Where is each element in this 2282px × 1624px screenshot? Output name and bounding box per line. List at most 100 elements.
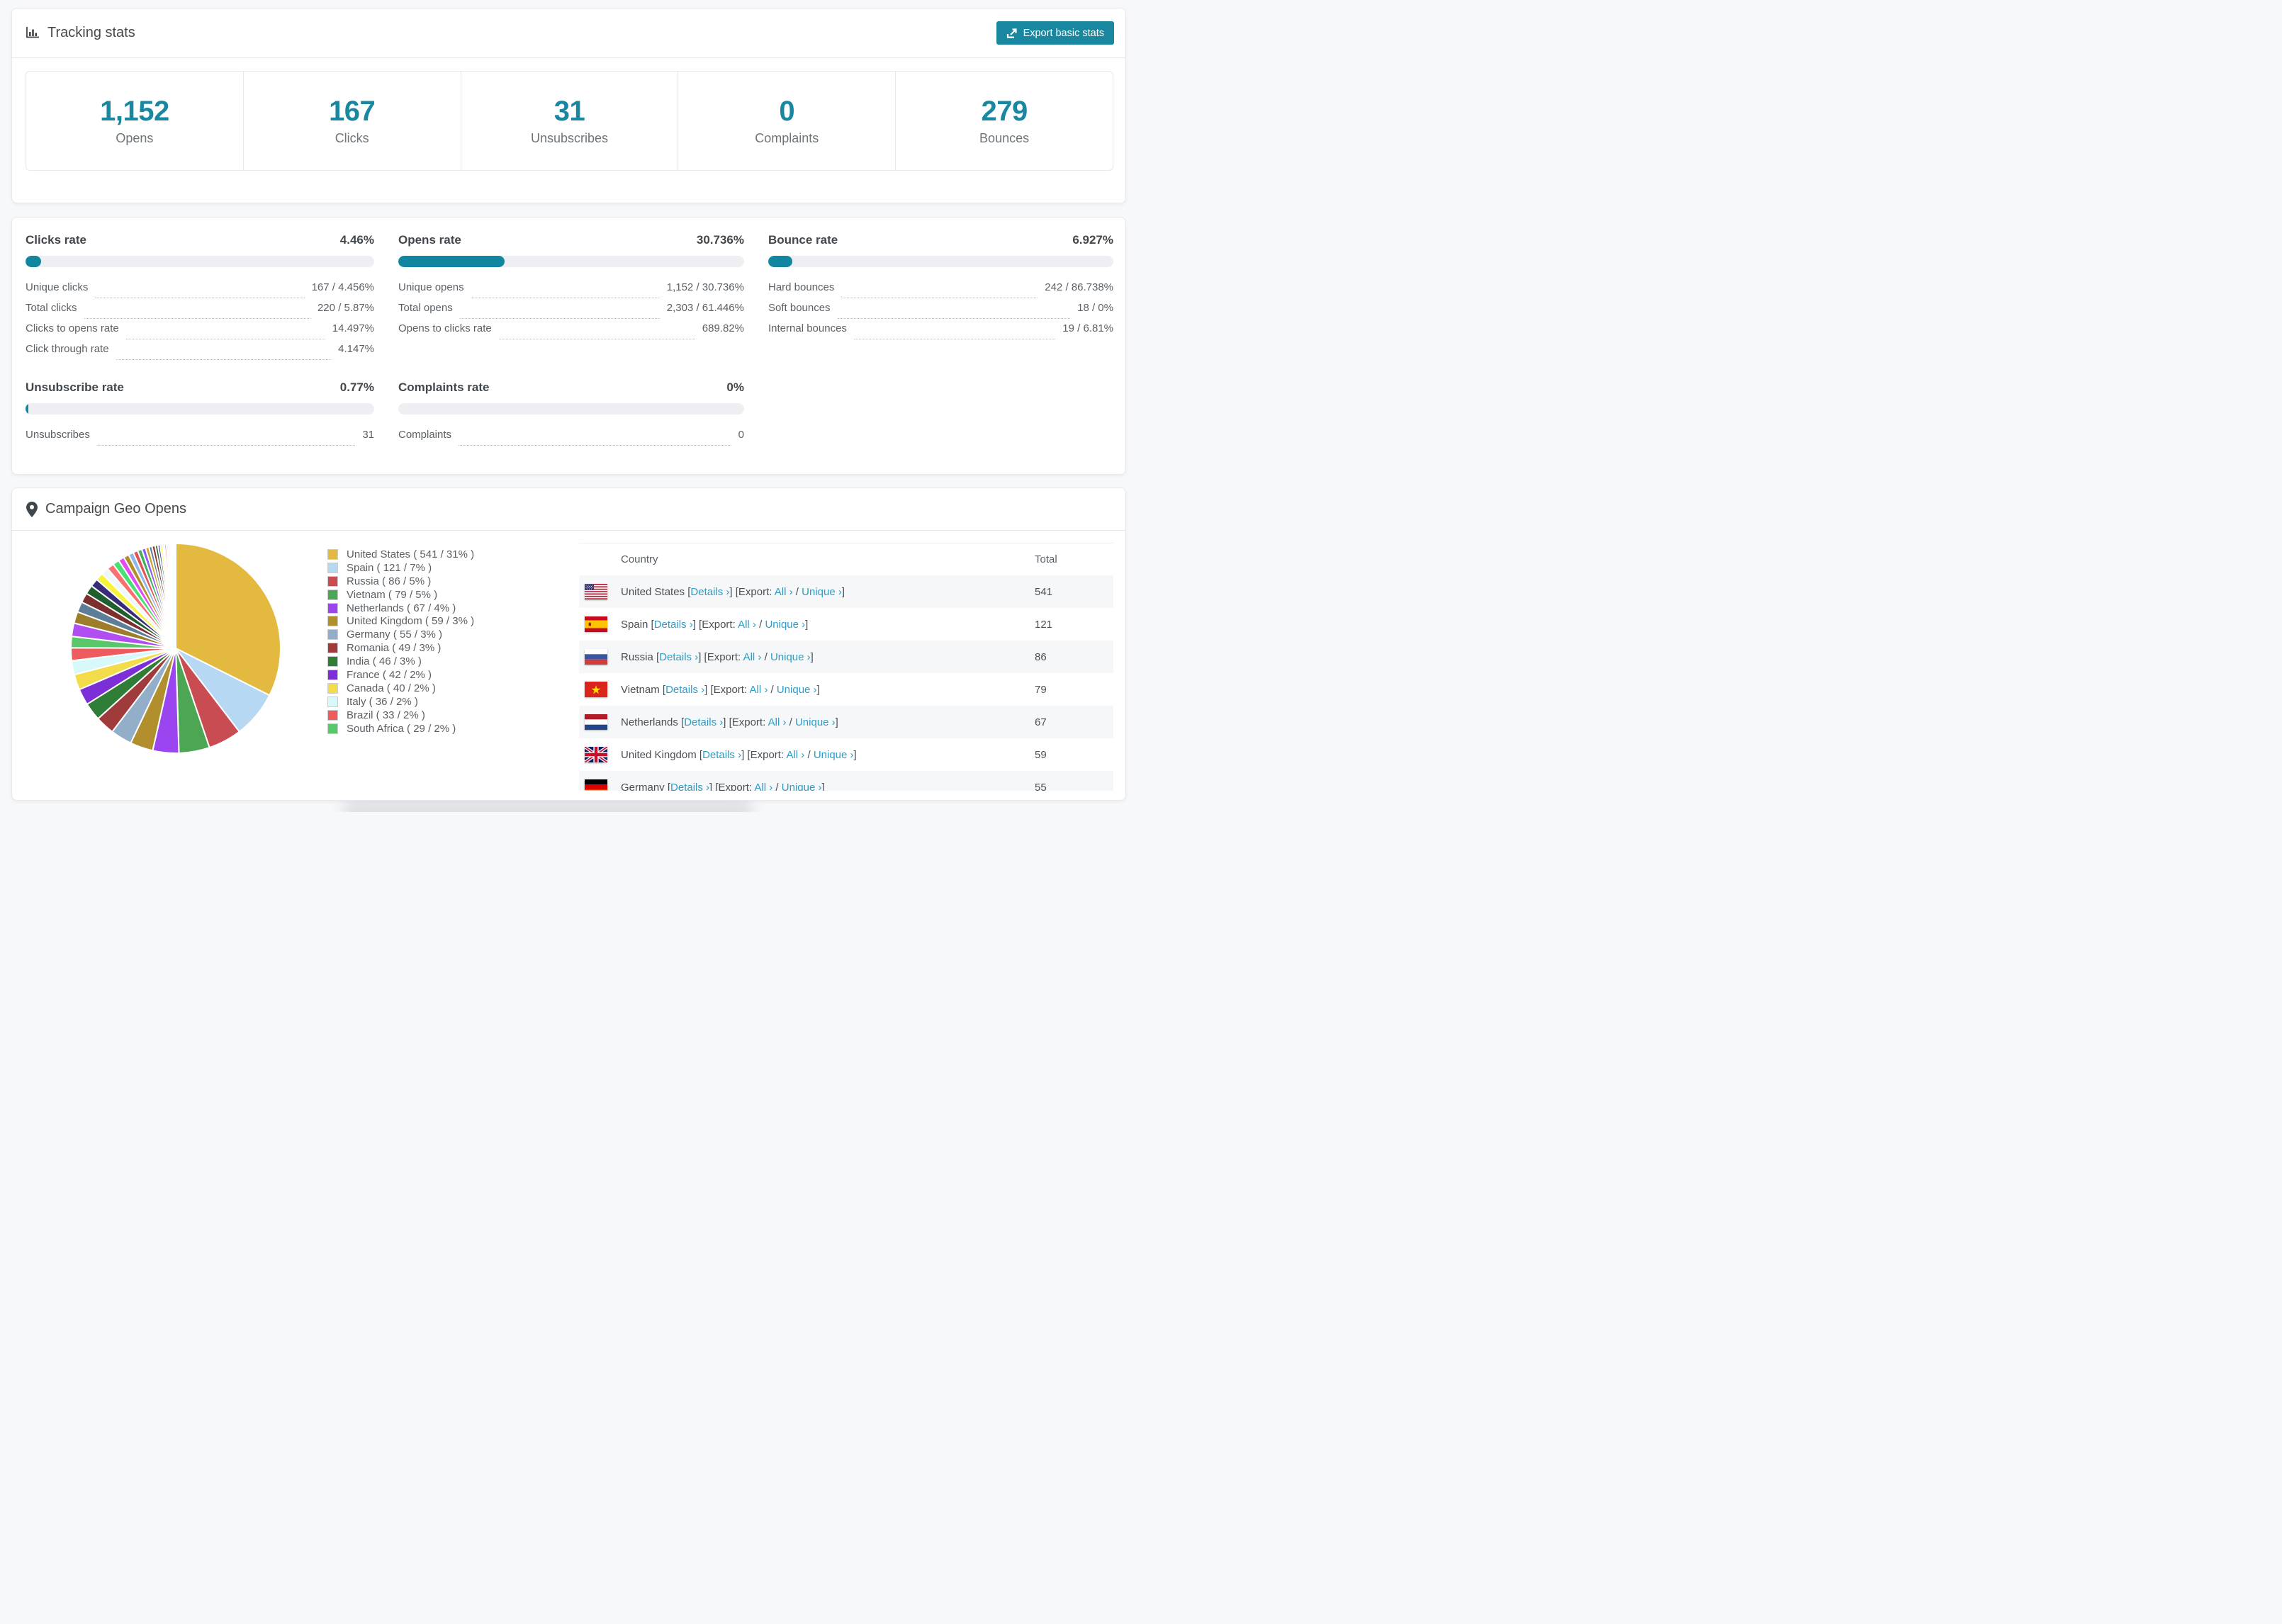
rates-grid: Clicks rate 4.46% Unique clicks 167 / 4.4… xyxy=(26,233,1113,449)
total-column-header: Total xyxy=(1035,553,1057,565)
country-cell: United States [Details ›] [Export: All ›… xyxy=(621,585,845,598)
flag-icon-gb xyxy=(585,747,607,762)
bounces-label: Bounces xyxy=(979,131,1030,145)
export-icon xyxy=(1006,28,1018,39)
details-link[interactable]: Details › xyxy=(670,782,709,791)
legend-item: Italy ( 36 / 2% ) xyxy=(327,695,474,709)
export-unique-link[interactable]: Unique › xyxy=(770,651,811,663)
export-unique-link[interactable]: Unique › xyxy=(777,684,817,696)
legend-label: United Kingdom ( 59 / 3% ) xyxy=(347,615,475,628)
export-all-link[interactable]: All › xyxy=(743,651,762,663)
flag-icon-de xyxy=(585,779,607,791)
export-basic-stats-button[interactable]: Export basic stats xyxy=(996,21,1114,45)
export-all-link[interactable]: All › xyxy=(754,782,772,791)
legend-label: Vietnam ( 79 / 5% ) xyxy=(347,588,438,601)
opens-rate-value: 30.736% xyxy=(696,233,744,247)
legend-item: United Kingdom ( 59 / 3% ) xyxy=(327,614,474,628)
legend-item: Vietnam ( 79 / 5% ) xyxy=(327,588,474,602)
clicks-rate-title: Clicks rate xyxy=(26,233,86,247)
stat-row-value: 689.82% xyxy=(702,322,744,334)
dashboard-page: Tracking stats Export basic stats 1,152 … xyxy=(0,0,1141,812)
stat-row-label: Unique opens xyxy=(398,281,464,293)
legend-swatch xyxy=(327,548,338,560)
country-cell: Netherlands [Details ›] [Export: All › /… xyxy=(621,716,838,728)
clicks-count: 167 xyxy=(329,96,376,127)
stat-row: Internal bounces 19 / 6.81% xyxy=(768,322,1113,343)
tracking-stats-title: Tracking stats xyxy=(47,25,135,40)
export-all-link[interactable]: All › xyxy=(786,749,804,761)
export-unique-link[interactable]: Unique › xyxy=(795,716,836,728)
total-cell: 541 xyxy=(1035,585,1053,598)
total-cell: 59 xyxy=(1035,748,1047,761)
legend-label: Russia ( 86 / 5% ) xyxy=(347,575,432,587)
stat-box-clicks: 167 Clicks xyxy=(244,72,461,170)
opens-rate-title: Opens rate xyxy=(398,233,461,247)
geo-opens-pie-chart xyxy=(69,541,283,755)
details-link[interactable]: Details › xyxy=(690,586,729,598)
stat-row-value: 14.497% xyxy=(332,322,374,334)
export-all-link[interactable]: All › xyxy=(749,684,768,696)
geo-opens-title: Campaign Geo Opens xyxy=(45,501,187,517)
legend-swatch xyxy=(327,643,338,654)
export-all-link[interactable]: All › xyxy=(775,586,793,598)
table-row-de: Germany [Details ›] [Export: All › / Uni… xyxy=(579,771,1113,791)
details-link[interactable]: Details › xyxy=(684,716,723,728)
dotted-leader xyxy=(837,318,1071,319)
complaints-rate-value: 0% xyxy=(726,380,744,394)
unsubscribe-rate-value: 0.77% xyxy=(339,380,374,394)
export-all-link[interactable]: All › xyxy=(738,619,756,631)
flag-icon-ru xyxy=(585,649,607,665)
legend-item: France ( 42 / 2% ) xyxy=(327,668,474,682)
tracking-stats-card: Tracking stats Export basic stats 1,152 … xyxy=(11,8,1126,203)
bar-chart-icon xyxy=(26,26,40,40)
details-link[interactable]: Details › xyxy=(654,619,693,631)
total-cell: 79 xyxy=(1035,683,1047,696)
clicks-rate-progressbar xyxy=(26,256,374,267)
stat-row-value: 31 xyxy=(362,429,374,441)
map-pin-icon xyxy=(26,501,38,517)
clicks-label: Clicks xyxy=(335,131,369,145)
legend-swatch xyxy=(327,709,338,721)
summary-stats-group: 1,152 Opens 167 Clicks 31 Unsubscribes 0… xyxy=(26,71,1113,171)
export-unique-link[interactable]: Unique › xyxy=(765,619,805,631)
stat-row-label: Unique clicks xyxy=(26,281,89,293)
campaign-geo-opens-card: Campaign Geo Opens United States ( 541 /… xyxy=(11,487,1126,801)
stat-row-label: Soft bounces xyxy=(768,302,831,314)
legend-swatch xyxy=(327,589,338,600)
country-cell: Vietnam [Details ›] [Export: All › / Uni… xyxy=(621,683,820,696)
details-link[interactable]: Details › xyxy=(665,684,704,696)
export-unique-link[interactable]: Unique › xyxy=(782,782,822,791)
bounces-count: 279 xyxy=(981,96,1028,127)
legend-swatch xyxy=(327,656,338,667)
legend-swatch xyxy=(327,575,338,587)
geo-opens-header: Campaign Geo Opens xyxy=(12,488,1125,531)
stat-row-label: Opens to clicks rate xyxy=(398,322,492,334)
complaints-rate-title: Complaints rate xyxy=(398,380,490,394)
bounce-rate-title: Bounce rate xyxy=(768,233,838,247)
rates-card: Clicks rate 4.46% Unique clicks 167 / 4.4… xyxy=(11,217,1126,475)
export-unique-link[interactable]: Unique › xyxy=(802,586,842,598)
table-row-ru: Russia [Details ›] [Export: All › / Uniq… xyxy=(579,641,1113,673)
legend-item: Brazil ( 33 / 2% ) xyxy=(327,709,474,722)
stat-row-value: 18 / 0% xyxy=(1077,302,1113,314)
opens-rate-block: Opens rate 30.736% Unique opens 1,152 / 3… xyxy=(398,233,744,363)
legend-item: India ( 46 / 3% ) xyxy=(327,655,474,668)
dotted-leader xyxy=(459,445,731,446)
stat-row: Unique clicks 167 / 4.456% xyxy=(26,281,374,302)
legend-swatch xyxy=(327,723,338,734)
dotted-leader xyxy=(116,359,332,360)
legend-label: Brazil ( 33 / 2% ) xyxy=(347,709,425,721)
clicks-rate-block: Clicks rate 4.46% Unique clicks 167 / 4.4… xyxy=(26,233,374,363)
total-cell: 55 xyxy=(1035,781,1047,791)
stat-row-label: Unsubscribes xyxy=(26,429,90,441)
export-unique-link[interactable]: Unique › xyxy=(814,749,854,761)
details-link[interactable]: Details › xyxy=(702,749,741,761)
stat-row: Unique opens 1,152 / 30.736% xyxy=(398,281,744,302)
stat-row: Clicks to opens rate 14.497% xyxy=(26,322,374,343)
export-all-link[interactable]: All › xyxy=(768,716,787,728)
details-link[interactable]: Details › xyxy=(659,651,698,663)
table-row-gb: United Kingdom [Details ›] [Export: All … xyxy=(579,738,1113,771)
stat-row-value: 220 / 5.87% xyxy=(317,302,374,314)
stat-box-unsubscribes: 31 Unsubscribes xyxy=(461,72,679,170)
opens-count: 1,152 xyxy=(100,96,169,127)
